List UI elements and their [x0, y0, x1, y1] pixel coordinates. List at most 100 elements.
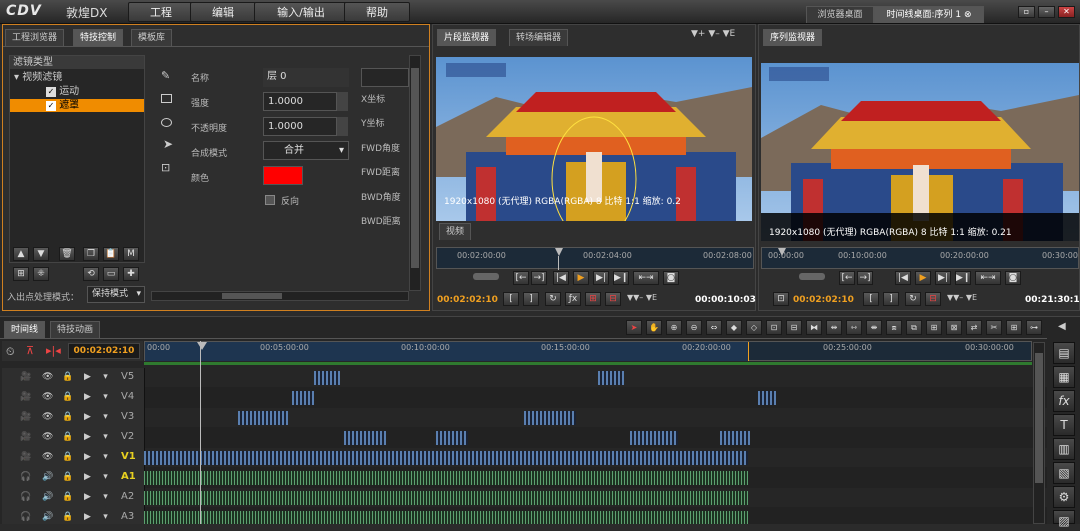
eye-icon[interactable]: 👁	[42, 411, 53, 423]
video-clip[interactable]	[598, 371, 624, 385]
marker-icon[interactable]: ◇	[746, 320, 762, 335]
zoom-out-icon[interactable]: ⊖	[686, 320, 702, 335]
timeline-ruler[interactable]: 00:00 00:05:00:00 00:10:00:00 00:15:00:0…	[144, 341, 1032, 361]
track-target-icon[interactable]: ▼▼– ▼E	[627, 293, 657, 302]
shuttle-icon[interactable]: ⇤⇥	[633, 271, 659, 285]
lock-icon[interactable]: 🔒	[62, 511, 73, 523]
blend-select[interactable]: 合并 ▾	[263, 141, 349, 160]
media-icon[interactable]: ▤	[1053, 342, 1075, 364]
expand-icon[interactable]: ▶	[82, 371, 93, 383]
expand-icon[interactable]: ▶	[82, 511, 93, 523]
name-field[interactable]: 层 0	[263, 68, 349, 87]
keyframe-icon[interactable]: ✚	[123, 267, 139, 281]
expand-icon[interactable]: ▶	[82, 391, 93, 403]
next-edit-icon[interactable]: ▶❙	[613, 271, 629, 285]
camera-icon[interactable]: 🎥	[20, 451, 31, 463]
transform-icon[interactable]: ⊡	[161, 161, 170, 174]
scroll-thumb[interactable]	[1035, 353, 1043, 483]
step-forward-icon[interactable]: ▶|	[593, 271, 609, 285]
headphone-icon[interactable]: 🎧	[20, 511, 31, 523]
step-back-icon[interactable]: |◀	[553, 271, 569, 285]
expand-icon[interactable]: ▶	[82, 451, 93, 463]
roll-icon[interactable]: ⇼	[866, 320, 882, 335]
camera-icon[interactable]: 🎥	[20, 371, 31, 383]
tab-video[interactable]: 视频	[439, 223, 472, 240]
track-menu-icon[interactable]: ▾	[100, 371, 111, 383]
lock-icon[interactable]: 🔒	[62, 391, 73, 403]
sequence-video-frame[interactable]: 1920x1080 (无代理) RGBA(RGBA) 8 比特 1:1 缩放: …	[761, 63, 1079, 241]
jog-slider[interactable]	[799, 273, 825, 280]
lift-icon[interactable]: ⊼	[26, 344, 34, 357]
strength-input[interactable]: 1.0000	[263, 92, 337, 111]
video-clip[interactable]	[238, 411, 288, 425]
speaker-icon[interactable]: 🔊	[42, 491, 53, 503]
checkbox-icon[interactable]: ✓	[46, 101, 56, 111]
track-v4[interactable]: 🎥 👁 🔒 ▶ ▾ V4	[2, 388, 1047, 408]
marker-icon[interactable]: ◆	[726, 320, 742, 335]
minimize-icon[interactable]: –	[1038, 6, 1055, 18]
track-menu-icon[interactable]: ▾	[100, 511, 111, 523]
tab-template-library[interactable]: 模板库	[131, 29, 173, 46]
speaker-icon[interactable]: 🔊	[42, 511, 53, 523]
eye-icon[interactable]: 👁	[42, 431, 53, 443]
audio-meter-icon[interactable]: ▧	[1053, 462, 1075, 484]
trim-icon[interactable]: ⧈	[886, 320, 902, 335]
lock-icon[interactable]: 🔒	[62, 411, 73, 423]
step-back-icon[interactable]: |◀	[895, 271, 911, 285]
track-a2[interactable]: 🎧 🔊 🔒 ▶ ▾ A2	[2, 488, 1047, 508]
mark-out-icon[interactable]: →]	[531, 271, 547, 285]
audio-clip[interactable]	[144, 491, 748, 505]
lock-icon[interactable]: 🔒	[62, 431, 73, 443]
tree-item-motion[interactable]: ✓ 运动	[46, 86, 79, 98]
eye-icon[interactable]: 👁	[42, 371, 53, 383]
shuttle-icon[interactable]: ⇤⇥	[975, 271, 1001, 285]
camera-icon[interactable]: 🎥	[20, 431, 31, 443]
speaker-icon[interactable]: 🔊	[42, 471, 53, 483]
hand-tool-icon[interactable]: ✋	[646, 320, 662, 335]
loop-play-icon[interactable]: ↻	[545, 292, 561, 306]
horizontal-scrollbar[interactable]	[151, 291, 409, 301]
track-v1[interactable]: 🎥 👁 🔒 ▶ ▾ V1	[2, 448, 1047, 468]
browser-desktop-tab[interactable]: 浏览器桌面	[806, 6, 874, 23]
audio-clip[interactable]	[144, 511, 748, 524]
ripple-delete-icon[interactable]: ▸|◂	[46, 344, 61, 357]
monitor-options-icon[interactable]: ▼+ ▼– ▼E	[691, 29, 735, 39]
eye-icon[interactable]: 👁	[42, 451, 53, 463]
loop-play-icon[interactable]: ↻	[905, 292, 921, 306]
scatter-icon[interactable]: ⁜	[33, 267, 49, 281]
opacity-stepper[interactable]	[336, 117, 348, 136]
cut-icon[interactable]: ✂	[986, 320, 1002, 335]
track-a1[interactable]: 🎧 🔊 🔒 ▶ ▾ A1	[2, 468, 1047, 488]
headphone-icon[interactable]: 🎧	[20, 471, 31, 483]
safe-area-icon[interactable]: ⊡	[773, 292, 789, 306]
trim-icon[interactable]: ⧉	[906, 320, 922, 335]
in-point-icon[interactable]: [	[503, 292, 519, 306]
ellipse-icon[interactable]	[161, 118, 172, 127]
lock-icon[interactable]: 🔒	[62, 491, 73, 503]
track-menu-icon[interactable]: ▾	[100, 451, 111, 463]
rectangle-icon[interactable]	[161, 94, 172, 103]
grid-icon[interactable]: ⊞	[13, 267, 29, 281]
in-point-icon[interactable]: [	[863, 292, 879, 306]
camera-icon[interactable]: ◙	[663, 271, 679, 285]
slip-icon[interactable]: ⇿	[846, 320, 862, 335]
expand-icon[interactable]: ▶	[82, 491, 93, 503]
effects-icon[interactable]: fx	[1053, 390, 1075, 412]
overwrite-icon[interactable]: ⊟	[605, 292, 621, 306]
camera-icon[interactable]: 🎥	[20, 391, 31, 403]
track-menu-icon[interactable]: ▾	[100, 471, 111, 483]
split-icon[interactable]: ⧓	[806, 320, 822, 335]
audio-clip[interactable]	[144, 471, 748, 485]
close-window-icon[interactable]: ✕	[1058, 6, 1075, 18]
jog-slider[interactable]	[473, 273, 499, 280]
clip-timecode[interactable]: 00:02:02:10	[437, 295, 498, 305]
track-target-icon[interactable]: ▼▼– ▼E	[947, 293, 977, 302]
restore-icon[interactable]: ▫	[1018, 6, 1035, 18]
paste-icon[interactable]: 📋	[103, 247, 119, 261]
eye-icon[interactable]: 👁	[42, 391, 53, 403]
io-mode-select[interactable]: 保持模式 ▾	[87, 286, 145, 303]
frame-icon[interactable]: ▭	[103, 267, 119, 281]
strength-stepper[interactable]	[336, 92, 348, 111]
title-icon[interactable]: T	[1053, 414, 1075, 436]
expand-icon[interactable]: ▶	[82, 431, 93, 443]
